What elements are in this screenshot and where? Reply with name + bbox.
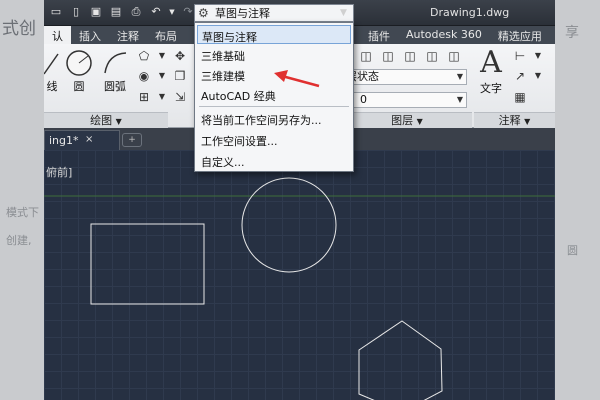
menu-item-customize[interactable]: 自定义...: [197, 151, 351, 170]
background-page-right: 享 圆: [555, 0, 600, 400]
file-tab-label: ing1*: [49, 134, 79, 147]
circle-shape[interactable]: [241, 177, 337, 273]
drawing-canvas[interactable]: 俯前]: [44, 150, 555, 400]
autocad-window: ▭ ▯ ▣ ▤ ⎙ ↶ ▼ ↷ ▼ ⚙ 草图与注释 ▼ Drawing1.dwg…: [44, 0, 555, 400]
menu-item-workspace-settings[interactable]: 工作空间设置...: [197, 130, 351, 149]
rectangle-shape[interactable]: [90, 223, 205, 305]
canvas-drawing: [44, 177, 555, 400]
background-text-fragment: 圆: [567, 244, 578, 257]
annotation-arrow-head: [274, 70, 288, 82]
new-tab-icon[interactable]: +: [122, 133, 142, 147]
background-text-fragment: 创建,: [6, 234, 32, 247]
close-icon[interactable]: ×: [85, 134, 93, 145]
annotation-arrow-shaft: [281, 74, 320, 88]
background-text-fragment: 模式下: [6, 206, 39, 219]
file-tab-drawing1[interactable]: ing1* ×: [44, 130, 120, 150]
background-title-fragment: 式创: [2, 19, 36, 39]
background-text-fragment: 享: [565, 25, 579, 41]
annotation-arrow: [274, 70, 320, 88]
hexagon-shape[interactable]: [358, 320, 443, 400]
background-page-left: 式创 模式下 创建,: [0, 0, 44, 400]
